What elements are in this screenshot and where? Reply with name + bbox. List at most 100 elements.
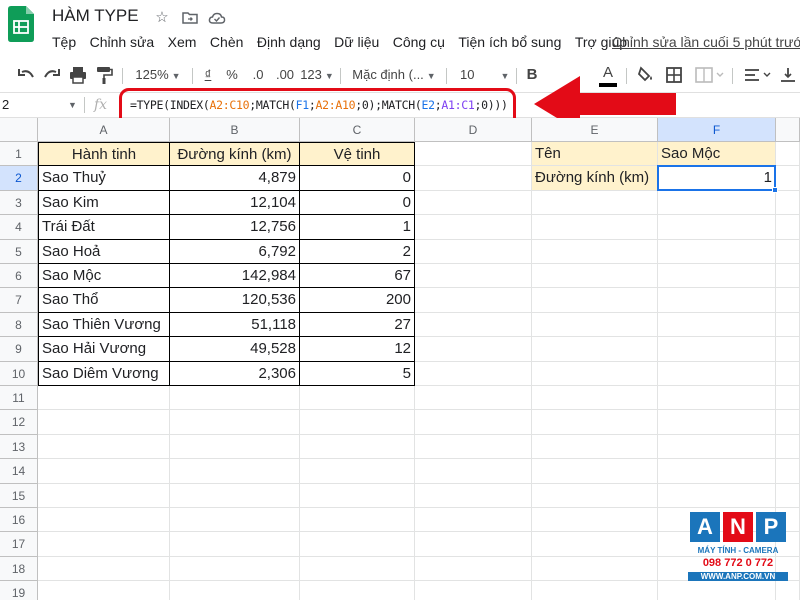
grid-cell[interactable]: [170, 532, 300, 557]
table-header-cell[interactable]: Vệ tinh: [300, 142, 415, 167]
grid-cell[interactable]: [532, 264, 658, 289]
grid-cell[interactable]: [658, 337, 776, 362]
percent-format-button[interactable]: %: [222, 63, 242, 87]
table-cell[interactable]: 4,879: [170, 166, 300, 191]
grid-cell[interactable]: [300, 581, 415, 600]
grid-cell[interactable]: [532, 508, 658, 533]
grid-cell[interactable]: [415, 312, 532, 338]
select-all-corner[interactable]: [0, 118, 38, 142]
move-to-folder-icon[interactable]: [180, 8, 200, 28]
grid-cell[interactable]: [776, 434, 800, 460]
column-header-e[interactable]: E: [532, 118, 658, 142]
grid-cell[interactable]: [170, 459, 300, 484]
print-icon[interactable]: [66, 63, 90, 87]
table-cell[interactable]: 2,306: [170, 361, 300, 386]
grid-cell[interactable]: [776, 337, 800, 362]
grid-cell[interactable]: [415, 459, 532, 484]
row-header-9[interactable]: 9: [0, 337, 38, 362]
grid-cell[interactable]: [170, 483, 300, 508]
font-select[interactable]: Mặc định (... ▼: [348, 63, 440, 87]
grid-cell[interactable]: [658, 459, 776, 484]
grid-cell[interactable]: [170, 581, 300, 600]
menu-data[interactable]: Dữ liệu: [334, 34, 379, 50]
grid-cell[interactable]: [532, 483, 658, 508]
grid-cell[interactable]: [532, 386, 658, 411]
undo-icon[interactable]: [14, 63, 38, 87]
column-header-b[interactable]: B: [170, 118, 300, 142]
grid-cell[interactable]: [532, 337, 658, 362]
column-header-a[interactable]: A: [38, 118, 170, 142]
table-cell[interactable]: Sao Mộc: [38, 264, 170, 289]
table-cell[interactable]: 0: [300, 166, 415, 191]
grid-cell[interactable]: [300, 483, 415, 508]
lookup-value-name[interactable]: Sao Mộc: [658, 142, 776, 167]
grid-cell[interactable]: [532, 239, 658, 264]
grid-cell[interactable]: [532, 556, 658, 582]
menu-addons[interactable]: Tiện ích bổ sung: [458, 34, 561, 50]
row-header-18[interactable]: 18: [0, 556, 38, 582]
row-header-16[interactable]: 16: [0, 508, 38, 533]
grid-cell[interactable]: [300, 508, 415, 533]
row-header-15[interactable]: 15: [0, 483, 38, 508]
table-cell[interactable]: 1: [300, 215, 415, 240]
table-cell[interactable]: 2: [300, 239, 415, 264]
grid-cell[interactable]: [776, 483, 800, 508]
row-header-7[interactable]: 7: [0, 288, 38, 313]
grid-cell[interactable]: [38, 459, 170, 484]
font-size-select[interactable]: 10 ▼: [454, 63, 510, 87]
row-header-10[interactable]: 10: [0, 361, 38, 386]
grid-cell[interactable]: [38, 532, 170, 557]
table-cell[interactable]: 12: [300, 337, 415, 362]
redo-icon[interactable]: [40, 63, 64, 87]
grid-cell[interactable]: [415, 190, 532, 216]
currency-format-button[interactable]: ₫: [198, 63, 218, 87]
grid-cell[interactable]: [532, 215, 658, 240]
menu-format[interactable]: Định dạng: [257, 34, 321, 50]
table-cell[interactable]: Sao Diêm Vương: [38, 361, 170, 386]
table-cell[interactable]: Sao Kim: [38, 190, 170, 216]
table-cell[interactable]: 49,528: [170, 337, 300, 362]
table-cell[interactable]: 5: [300, 361, 415, 386]
row-header-14[interactable]: 14: [0, 459, 38, 484]
spreadsheet-grid[interactable]: A B C D E F 1 Hành tinh Đường kính (km) Vệ tinh Tê…: [0, 118, 800, 600]
row-header-2[interactable]: 2: [0, 166, 38, 191]
table-header-cell[interactable]: Hành tinh: [38, 142, 170, 167]
grid-cell[interactable]: [658, 239, 776, 264]
grid-cell[interactable]: [415, 361, 532, 386]
grid-cell[interactable]: [38, 434, 170, 460]
cloud-status-icon[interactable]: [207, 8, 227, 28]
grid-cell[interactable]: [658, 288, 776, 313]
grid-cell[interactable]: [658, 190, 776, 216]
grid-cell[interactable]: [415, 386, 532, 411]
table-cell[interactable]: 120,536: [170, 288, 300, 313]
grid-cell[interactable]: [415, 142, 532, 167]
grid-cell[interactable]: [415, 337, 532, 362]
grid-cell[interactable]: [415, 166, 532, 191]
row-header-8[interactable]: 8: [0, 312, 38, 338]
grid-cell[interactable]: [300, 556, 415, 582]
decrease-decimal-button[interactable]: .0: [246, 63, 270, 87]
grid-cell[interactable]: [415, 508, 532, 533]
row-header-13[interactable]: 13: [0, 434, 38, 460]
grid-cell[interactable]: [658, 434, 776, 460]
result-cell-f2[interactable]: 1: [658, 166, 776, 191]
increase-decimal-button[interactable]: .00: [272, 63, 298, 87]
row-header-5[interactable]: 5: [0, 239, 38, 264]
row-header-1[interactable]: 1: [0, 142, 38, 167]
grid-cell[interactable]: [170, 386, 300, 411]
row-header-4[interactable]: 4: [0, 215, 38, 240]
grid-cell[interactable]: [300, 410, 415, 435]
grid-cell[interactable]: [38, 483, 170, 508]
grid-cell[interactable]: [658, 312, 776, 338]
grid-cell[interactable]: [38, 581, 170, 600]
grid-cell[interactable]: [776, 361, 800, 386]
grid-cell[interactable]: [532, 190, 658, 216]
column-header-d[interactable]: D: [415, 118, 532, 142]
grid-cell[interactable]: [415, 581, 532, 600]
grid-cell[interactable]: [415, 215, 532, 240]
grid-cell[interactable]: [300, 532, 415, 557]
horizontal-align-icon[interactable]: [740, 63, 774, 87]
vertical-align-icon[interactable]: [776, 63, 800, 87]
star-icon[interactable]: ☆: [152, 8, 172, 28]
column-header-next[interactable]: [776, 118, 800, 142]
